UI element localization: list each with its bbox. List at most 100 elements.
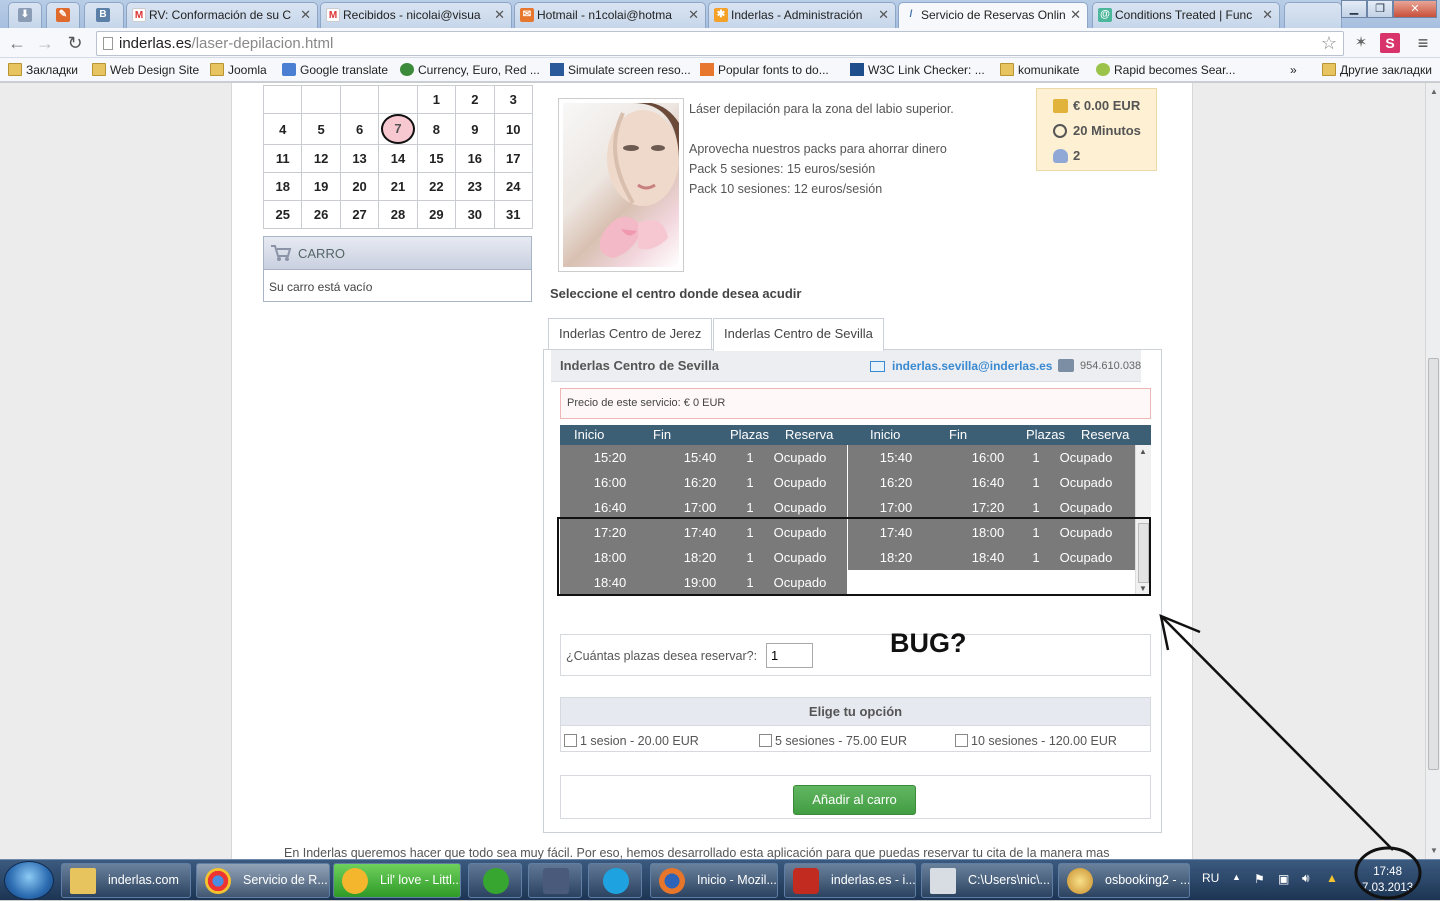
option-5-sesiones[interactable]: 5 sesiones - 75.00 EUR: [759, 734, 907, 748]
bookmark-folder[interactable]: Закладки: [8, 62, 78, 78]
slot-row[interactable]: 15:20 15:40 1 Ocupado: [560, 445, 847, 470]
tab-servicio-reservas[interactable]: / Servicio de Reservas Onlin ✕: [898, 2, 1088, 29]
checkbox[interactable]: [955, 734, 968, 747]
close-tab-icon[interactable]: ✕: [878, 3, 889, 27]
slot-row[interactable]: 16:40 17:00 1 Ocupado: [560, 495, 847, 520]
close-window-button[interactable]: ✕: [1393, 0, 1437, 18]
calendar-day[interactable]: 2: [455, 85, 495, 114]
tray-expand-icon[interactable]: ▲: [1232, 872, 1241, 882]
scroll-down-icon[interactable]: ▼: [1430, 846, 1438, 855]
scroll-up-icon[interactable]: ▲: [1139, 447, 1147, 456]
calendar-day[interactable]: 11: [262, 144, 303, 173]
calendar-day[interactable]: 19: [301, 172, 341, 201]
extension-icon[interactable]: ✶: [1350, 32, 1372, 54]
system-clock[interactable]: 17:48 7.03.2013: [1362, 864, 1413, 896]
bookmark-link[interactable]: Currency, Euro, Red ...: [400, 62, 540, 78]
time-slots-scrollbar[interactable]: ▲ ▼: [1135, 445, 1151, 595]
calendar-day[interactable]: 15: [416, 144, 457, 173]
bookmark-folder[interactable]: komunikate: [1000, 62, 1079, 78]
calendar-day[interactable]: 23: [455, 172, 495, 201]
tab-inderlas-admin[interactable]: ✱ Inderlas - Administración ✕: [708, 2, 896, 28]
tab-gmail-inbox[interactable]: M Recibidos - nicolai@visua ✕: [320, 2, 512, 28]
calendar-day[interactable]: 18: [262, 172, 303, 201]
taskbar-item[interactable]: Inicio - Mozil...: [650, 863, 778, 898]
calendar-day[interactable]: 30: [455, 200, 495, 229]
calendar-day[interactable]: 13: [339, 144, 380, 173]
scroll-thumb[interactable]: [1428, 358, 1439, 770]
tab-pinned-feed[interactable]: ✎: [46, 2, 80, 28]
close-tab-icon[interactable]: ✕: [300, 3, 311, 27]
add-to-cart-button[interactable]: Añadir al carro: [793, 785, 916, 815]
maximize-button[interactable]: ❐: [1367, 0, 1393, 18]
taskbar-item[interactable]: Lil' love - Littl...: [333, 863, 461, 898]
bookmark-star-icon[interactable]: ☆: [1321, 32, 1337, 55]
page-scrollbar[interactable]: ▲ ▼: [1425, 83, 1440, 859]
checkbox[interactable]: [759, 734, 772, 747]
taskbar-item-active[interactable]: Servicio de R...: [196, 863, 330, 898]
checkbox[interactable]: [564, 734, 577, 747]
calendar-day[interactable]: 26: [301, 200, 341, 229]
start-button[interactable]: [4, 861, 54, 900]
calendar-day[interactable]: 12: [301, 144, 341, 173]
taskbar-item[interactable]: [528, 863, 582, 898]
calendar-day[interactable]: 14: [378, 144, 418, 173]
taskbar-item[interactable]: [468, 863, 522, 898]
tab-pinned-vk[interactable]: B: [84, 2, 124, 28]
tab-pinned-download[interactable]: ⬇: [8, 2, 42, 28]
close-tab-icon[interactable]: ✕: [688, 3, 699, 27]
bookmark-link[interactable]: Simulate screen reso...: [550, 62, 691, 78]
close-tab-icon[interactable]: ✕: [1070, 3, 1081, 27]
center-email-link[interactable]: inderlas.sevilla@inderlas.es: [892, 359, 1052, 373]
slot-row[interactable]: 15:40 16:00 1 Ocupado: [848, 445, 1135, 470]
forward-button[interactable]: →: [34, 32, 56, 54]
taskbar-item[interactable]: [588, 863, 642, 898]
bookmark-folder[interactable]: Web Design Site: [92, 62, 199, 78]
drive-icon[interactable]: ▲: [1326, 871, 1338, 885]
reload-button[interactable]: ↻: [64, 32, 86, 54]
bookmark-link[interactable]: Popular fonts to do...: [700, 62, 829, 78]
calendar-day[interactable]: 9: [455, 113, 495, 145]
taskbar-item[interactable]: inderlas.com: [61, 863, 191, 898]
calendar-day[interactable]: 6: [339, 113, 380, 145]
taskbar-item[interactable]: osbooking2 - ...: [1058, 863, 1190, 898]
calendar-day[interactable]: 5: [301, 113, 341, 145]
slot-row[interactable]: 17:20 17:40 1 Ocupado: [560, 520, 847, 545]
bookmarks-overflow-button[interactable]: »: [1290, 62, 1297, 78]
tab-centro-jerez[interactable]: Inderlas Centro de Jerez: [548, 318, 713, 350]
calendar-day[interactable]: 28: [378, 200, 418, 229]
flag-icon[interactable]: ⚑: [1254, 872, 1265, 886]
address-bar[interactable]: inderlas.es/laser-depilacion.html ☆: [96, 31, 1344, 56]
calendar-day-selected[interactable]: 7: [378, 113, 418, 145]
other-bookmarks-folder[interactable]: Другие закладки: [1322, 62, 1432, 78]
calendar-day[interactable]: 25: [262, 200, 303, 229]
scroll-thumb[interactable]: [1138, 523, 1149, 583]
network-icon[interactable]: ▣: [1278, 872, 1289, 886]
scroll-up-icon[interactable]: ▲: [1430, 87, 1438, 96]
calendar-day[interactable]: 16: [455, 144, 495, 173]
slot-row[interactable]: 17:40 18:00 1 Ocupado: [848, 520, 1135, 545]
quantity-input[interactable]: [766, 643, 813, 668]
calendar-day[interactable]: 10: [493, 113, 534, 145]
taskbar-item[interactable]: inderlas.es - i...: [784, 863, 916, 898]
tab-conditions-treated[interactable]: @ Conditions Treated | Func ✕: [1092, 2, 1280, 28]
slot-row[interactable]: 18:00 18:20 1 Ocupado: [560, 545, 847, 570]
scroll-down-icon[interactable]: ▼: [1139, 584, 1147, 593]
new-tab-button[interactable]: [1284, 2, 1342, 28]
calendar-day[interactable]: 27: [339, 200, 380, 229]
calendar-day[interactable]: 21: [378, 172, 418, 201]
slot-row[interactable]: 18:20 18:40 1 Ocupado: [848, 545, 1135, 570]
menu-icon[interactable]: ≡: [1412, 32, 1434, 54]
slot-row[interactable]: 17:00 17:20 1 Ocupado: [848, 495, 1135, 520]
extension-s-icon[interactable]: S: [1380, 33, 1400, 53]
option-1-sesion[interactable]: 1 sesion - 20.00 EUR: [564, 734, 699, 748]
close-tab-icon[interactable]: ✕: [1262, 3, 1273, 27]
bookmark-folder[interactable]: Joomla: [210, 62, 267, 78]
close-tab-icon[interactable]: ✕: [494, 3, 505, 27]
tab-gmail-rv[interactable]: M RV: Conformación de su C ✕: [126, 2, 318, 28]
calendar-day[interactable]: 24: [493, 172, 534, 201]
calendar-day[interactable]: 3: [493, 85, 534, 114]
option-10-sesiones[interactable]: 10 sesiones - 120.00 EUR: [955, 734, 1117, 748]
calendar-day[interactable]: 1: [416, 85, 457, 114]
minimize-button[interactable]: ▁: [1341, 0, 1367, 18]
bookmark-link[interactable]: W3C Link Checker: ...: [850, 62, 985, 78]
